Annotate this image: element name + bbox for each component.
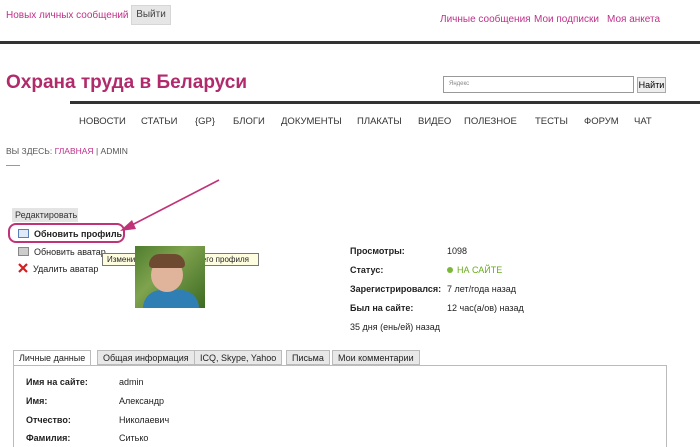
profile-row: Имя: Александр — [26, 396, 164, 406]
views-row: Просмотры: 1098 — [350, 246, 467, 256]
registered-label: Зарегистрировался: — [350, 284, 442, 294]
tab-personal-data[interactable]: Личные данные — [13, 350, 92, 366]
registered-value: 7 лет/года назад — [447, 284, 516, 294]
registered-row: Зарегистрировался: 7 лет/года назад — [350, 284, 516, 294]
profile-row: Отчество: Николаевич — [26, 415, 169, 425]
tab-general-info[interactable]: Общая информация — [97, 350, 195, 365]
last-seen-row: Был на сайте: 12 час(а/ов) назад — [350, 303, 524, 313]
tab-panel: Имя на сайте: admin Имя: Александр Отчеств… — [13, 365, 667, 447]
status-row: Статус: НА САЙТЕ — [350, 265, 502, 275]
profile-key: Имя на сайте: — [26, 377, 88, 387]
profile-key: Отчество: — [26, 415, 71, 425]
profile-row: Фамилия: Ситько — [26, 433, 148, 443]
last-seen-value: 12 час(а/ов) назад — [447, 303, 524, 313]
profile-value: Александр — [119, 396, 165, 406]
tab-my-comments[interactable]: Мои комментарии — [332, 350, 420, 365]
views-value: 1098 — [447, 246, 468, 256]
last-seen-label: Был на сайте: — [350, 303, 414, 313]
status-label: Статус: — [350, 265, 384, 275]
extra-value: 35 дня (ень/ей) назад — [350, 322, 441, 332]
profile-key: Имя: — [26, 396, 48, 406]
profile-value: admin — [119, 377, 144, 387]
tab-icq-skype-yahoo[interactable]: ICQ, Skype, Yahoo — [194, 350, 283, 365]
profile-value: Николаевич — [119, 415, 170, 425]
online-icon — [447, 267, 453, 273]
status-value: НА САЙТЕ — [447, 265, 502, 275]
status-text: НА САЙТЕ — [457, 265, 503, 275]
tab-letters[interactable]: Письма — [286, 350, 330, 365]
views-label: Просмотры: — [350, 246, 405, 256]
extra-row: 35 дня (ень/ей) назад — [350, 322, 440, 332]
profile-row: Имя на сайте: admin — [26, 377, 144, 387]
profile-key: Фамилия: — [26, 433, 71, 443]
avatar — [135, 246, 205, 308]
profile-value: Ситько — [119, 433, 149, 443]
